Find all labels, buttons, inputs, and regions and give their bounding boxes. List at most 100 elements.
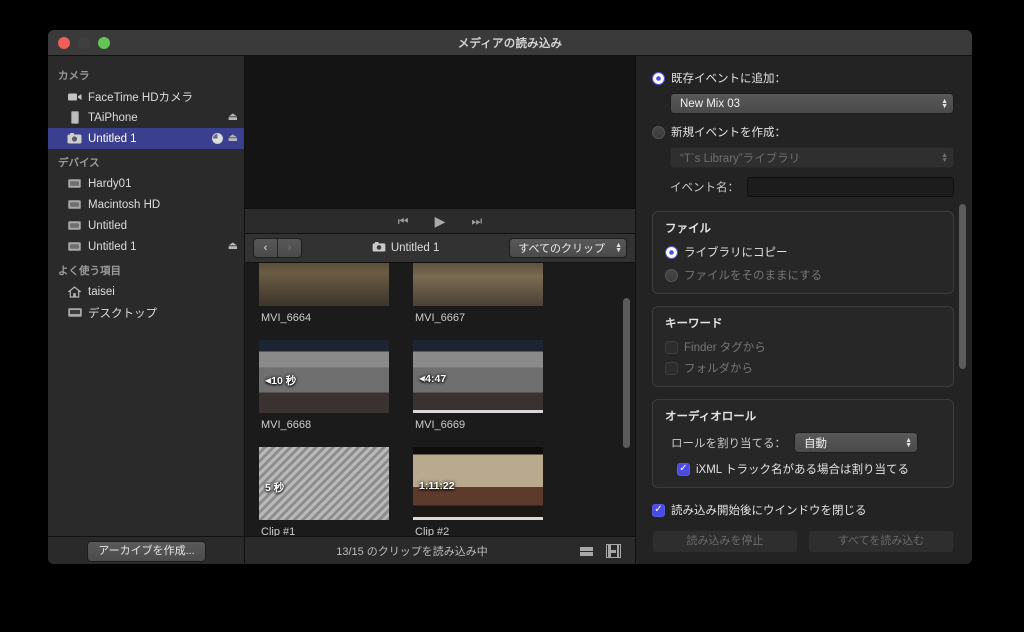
skip-forward-icon[interactable]: ⏭: [471, 215, 482, 227]
leave-in-place-row[interactable]: ファイルをそのままにする: [665, 267, 941, 283]
clip-item[interactable]: ◀10 秒 MVI_6668: [259, 340, 389, 431]
copy-to-library-label: ライブラリにコピー: [684, 247, 788, 259]
clip-selection-bar: [413, 410, 543, 413]
clip-filter-value: すべてのクリップ: [518, 243, 606, 255]
clip-duration-badge: 5 秒: [265, 482, 285, 494]
import-status-text: 13/15 のクリップを読み込み中: [336, 546, 488, 558]
files-group-title: ファイル: [665, 223, 711, 235]
play-icon[interactable]: ▶: [435, 214, 446, 228]
media-import-window: メディアの読み込み カメラ FaceTime HDカメラ TAiPhone ⏏ …: [48, 30, 972, 564]
import-options-panel: 既存イベントに追加： New Mix 03 ▲ ▼ 新規イベントを作成： “T`s…: [636, 56, 972, 564]
event-name-input[interactable]: [747, 177, 954, 197]
leave-in-place-label: ファイルをそのままにする: [684, 270, 823, 282]
sidebar-item-label: デスクトップ: [88, 307, 157, 320]
sidebar-item-untitled-1-camera[interactable]: Untitled 1 ⏏: [48, 128, 244, 149]
close-window-button[interactable]: [58, 37, 70, 49]
clip-item[interactable]: 5 秒 Clip #1: [259, 447, 389, 536]
import-progress-icon: [211, 133, 223, 144]
options-panel-scrollbar[interactable]: [959, 204, 966, 369]
sidebar-item-label: Untitled 1: [88, 240, 137, 253]
sidebar-item-facetime-hd-camera[interactable]: FaceTime HDカメラ: [48, 86, 244, 107]
clip-thumbnail[interactable]: [413, 263, 543, 306]
clip-name: MVI_6664: [261, 312, 312, 324]
sidebar-item-taisei[interactable]: taisei: [48, 281, 244, 302]
transport-controls: ⏮ ▶ ⏭: [245, 208, 635, 234]
stop-import-button[interactable]: 読み込みを停止: [652, 530, 798, 553]
skip-back-icon[interactable]: ⏮: [398, 215, 409, 227]
from-folders-label: フォルダから: [684, 363, 753, 375]
clip-duration-badge: 1:11:22: [419, 480, 455, 492]
clip-thumbnail[interactable]: 5 秒: [259, 447, 389, 520]
iphone-icon: [66, 111, 83, 124]
existing-event-select[interactable]: New Mix 03 ▲ ▼: [670, 93, 954, 114]
clip-thumbnail[interactable]: [259, 263, 389, 306]
filmstrip-view-icon[interactable]: [606, 544, 621, 558]
clip-item[interactable]: MVI_6667: [413, 263, 543, 324]
existing-event-value: New Mix 03: [680, 97, 741, 110]
sidebar-item-hardy01[interactable]: Hardy01: [48, 173, 244, 194]
clip-grid-scrollbar[interactable]: [623, 298, 630, 448]
clip-thumbnail[interactable]: ◀4:47: [413, 340, 543, 413]
clip-item[interactable]: ◀4:47 MVI_6669: [413, 340, 543, 431]
eject-icon[interactable]: ⏏: [228, 241, 238, 252]
preview-viewer[interactable]: [245, 56, 635, 208]
add-to-existing-event-radio[interactable]: [652, 71, 665, 85]
sidebar-item-untitled[interactable]: Untitled: [48, 215, 244, 236]
create-archive-button[interactable]: アーカイブを作成...: [87, 540, 206, 562]
chevron-updown-icon: ▲ ▼: [615, 242, 622, 254]
clip-thumbnail[interactable]: 1:11:22: [413, 447, 543, 520]
assign-role-select[interactable]: 自動 ▲ ▼: [794, 432, 918, 453]
clip-filter-select[interactable]: すべてのクリップ ▲ ▼: [509, 238, 627, 258]
ixml-row[interactable]: ✓ iXML トラック名がある場合は割り当てる: [665, 461, 941, 477]
close-window-after-import-label: 読み込み開始後にウインドウを閉じる: [671, 505, 867, 517]
create-new-event-label: 新規イベントを作成：: [671, 127, 786, 139]
zoom-window-button[interactable]: [98, 37, 110, 49]
import-all-button[interactable]: すべてを読み込む: [808, 530, 954, 553]
sidebar-item-label: Macintosh HD: [88, 198, 161, 211]
clip-name: MVI_6667: [415, 312, 466, 324]
window-controls: [58, 37, 110, 49]
copy-to-library-radio[interactable]: [665, 245, 678, 259]
nav-forward-button[interactable]: ›: [277, 239, 301, 257]
add-to-existing-event-row[interactable]: 既存イベントに追加：: [652, 70, 954, 86]
sidebar-section-header: デバイス: [58, 157, 100, 169]
finder-tags-checkbox[interactable]: [665, 340, 678, 354]
from-folders-row[interactable]: フォルダから: [665, 360, 941, 376]
harddisk-icon: [66, 178, 83, 189]
clip-thumbnail[interactable]: ◀10 秒: [259, 340, 389, 413]
nav-back-forward: ‹ ›: [253, 238, 302, 258]
assign-role-label: ロールを割り当てる：: [671, 437, 786, 450]
eject-icon[interactable]: ⏏: [228, 133, 238, 144]
chevron-updown-icon: ▲ ▼: [905, 436, 912, 449]
create-new-event-row[interactable]: 新規イベントを作成：: [652, 124, 954, 140]
clip-item[interactable]: 1:11:22 Clip #2: [413, 447, 543, 536]
clip-item[interactable]: MVI_6664: [259, 263, 389, 324]
create-new-event-radio[interactable]: [652, 125, 665, 139]
chevron-updown-icon: ▲ ▼: [941, 151, 948, 164]
sidebar-item-label: Hardy01: [88, 177, 132, 190]
clip-grid-container[interactable]: MVI_6664 MVI_6667 ◀10 秒 MVI_6668 ◀4:47 M…: [245, 263, 635, 536]
assign-role-row: ロールを割り当てる： 自動 ▲ ▼: [665, 432, 941, 453]
eject-icon[interactable]: ⏏: [228, 112, 238, 123]
sidebar-item-untitled-1-device[interactable]: Untitled 1 ⏏: [48, 236, 244, 257]
sidebar-section-header: カメラ: [58, 70, 90, 82]
sidebar-item-desktop[interactable]: デスクトップ: [48, 302, 244, 323]
minimize-window-button[interactable]: [78, 37, 90, 49]
from-folders-checkbox[interactable]: [665, 361, 678, 375]
ixml-checkbox[interactable]: ✓: [677, 462, 690, 476]
sidebar-item-macintosh-hd[interactable]: Macintosh HD: [48, 194, 244, 215]
camera-icon: [372, 241, 386, 255]
sidebar-item-taiphone[interactable]: TAiPhone ⏏: [48, 107, 244, 128]
close-window-after-import-row[interactable]: ✓ 読み込み開始後にウインドウを閉じる: [652, 502, 954, 518]
nav-back-button[interactable]: ‹: [254, 239, 277, 257]
finder-tags-label: Finder タグから: [684, 342, 766, 354]
leave-in-place-radio[interactable]: [665, 268, 678, 282]
finder-tags-row[interactable]: Finder タグから: [665, 339, 941, 355]
close-window-after-import-checkbox[interactable]: ✓: [652, 503, 665, 517]
copy-to-library-row[interactable]: ライブラリにコピー: [665, 244, 941, 260]
event-name-row: イベント名：: [652, 177, 954, 197]
new-event-library-select[interactable]: “T`s Library”ライブラリ ▲ ▼: [670, 147, 954, 168]
list-view-icon[interactable]: [579, 544, 594, 558]
clip-name: Clip #1: [261, 526, 296, 536]
camcorder-icon: [66, 92, 83, 102]
